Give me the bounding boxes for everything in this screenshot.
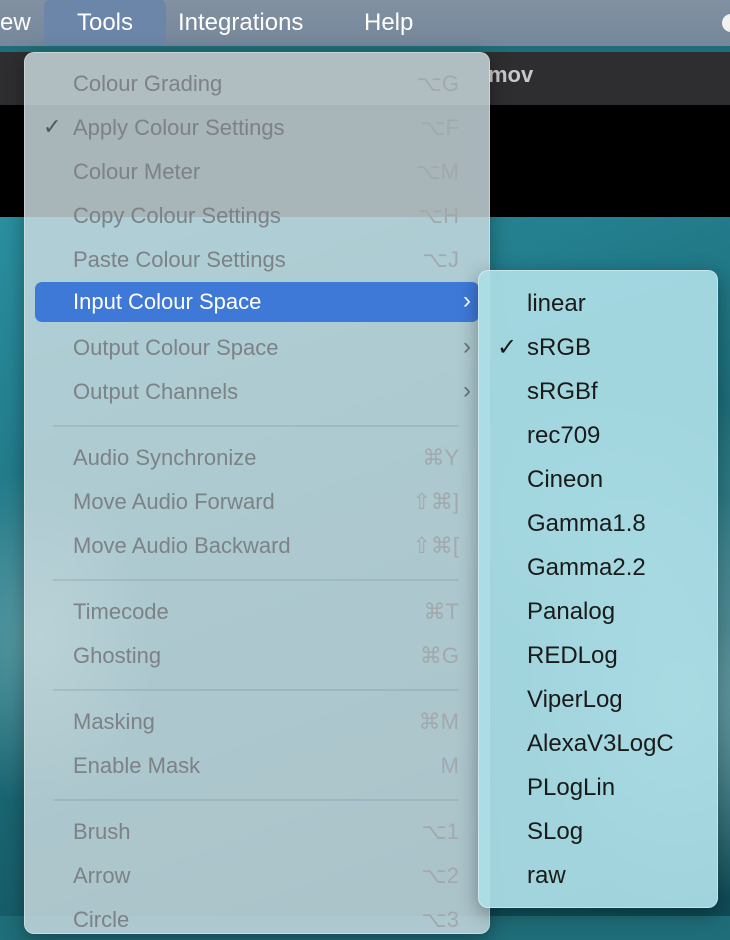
submenu-item-cineon[interactable]: Cineon	[487, 460, 709, 500]
menu-item-colour-meter[interactable]: Colour Meter ⌥M	[35, 152, 479, 192]
shortcut-label: ⌘G	[419, 643, 459, 668]
menu-item-label: Arrow	[73, 863, 131, 888]
input-colour-space-submenu: linear ✓ sRGB sRGBf rec709 Cineon Gamma1…	[478, 270, 718, 908]
menu-help[interactable]: Help	[364, 0, 413, 46]
menu-item-move-audio-forward[interactable]: Move Audio Forward ⇧⌘]	[35, 482, 479, 522]
menu-item-output-colour-space[interactable]: Output Colour Space ›	[35, 328, 479, 368]
shortcut-label: ⌥J	[422, 247, 459, 272]
menu-item-label: Apply Colour Settings	[73, 115, 285, 140]
menu-item-apply-colour-settings[interactable]: ✓ Apply Colour Settings ⌥F	[35, 108, 479, 148]
menu-separator	[53, 579, 459, 581]
submenu-item-srgbf[interactable]: sRGBf	[487, 372, 709, 412]
submenu-item-label: Gamma1.8	[527, 510, 646, 537]
menu-item-audio-synchronize[interactable]: Audio Synchronize ⌘Y	[35, 438, 479, 478]
menu-item-label: Move Audio Backward	[73, 533, 291, 558]
menu-item-label: Move Audio Forward	[73, 489, 275, 514]
menu-item-copy-colour-settings[interactable]: Copy Colour Settings ⌥H	[35, 196, 479, 236]
menu-item-label: Enable Mask	[73, 753, 201, 778]
submenu-item-label: AlexaV3LogC	[527, 730, 674, 757]
menu-item-label: Output Colour Space	[73, 335, 279, 360]
shortcut-label: ⌥M	[415, 159, 459, 184]
shortcut-label: M	[440, 753, 459, 778]
menu-item-label: Output Channels	[73, 379, 239, 404]
submenu-item-alexav3logc[interactable]: AlexaV3LogC	[487, 724, 709, 764]
submenu-item-raw[interactable]: raw	[487, 856, 709, 896]
menu-item-label: Audio Synchronize	[73, 445, 257, 470]
menu-item-label: Paste Colour Settings	[73, 247, 286, 272]
submenu-item-label: SLog	[527, 818, 584, 845]
menu-item-label: Brush	[73, 819, 131, 844]
menu-item-label: Circle	[73, 907, 130, 932]
menu-item-ghosting[interactable]: Ghosting ⌘G	[35, 636, 479, 676]
menu-item-label: Ghosting	[73, 643, 162, 668]
menu-item-label: Timecode	[73, 599, 169, 624]
menu-item-arrow[interactable]: Arrow ⌥2	[35, 856, 479, 896]
shortcut-label: ⌥H	[417, 203, 459, 228]
menu-view[interactable]: ew	[0, 0, 34, 46]
menu-bar: ew Tools Integrations Help	[0, 0, 730, 46]
shortcut-label: ⇧⌘]	[412, 489, 459, 514]
chevron-right-icon: ›	[463, 333, 471, 360]
submenu-item-redlog[interactable]: REDLog	[487, 636, 709, 676]
submenu-item-label: REDLog	[527, 642, 618, 669]
checkmark-icon: ✓	[497, 334, 518, 361]
menu-separator	[53, 425, 459, 427]
shortcut-label: ⌘M	[418, 709, 459, 734]
menu-item-colour-grading[interactable]: Colour Grading ⌥G	[35, 64, 479, 104]
shortcut-label: ⌥1	[421, 819, 459, 844]
submenu-item-viperlog[interactable]: ViperLog	[487, 680, 709, 720]
menu-item-label: Input Colour Space	[73, 289, 262, 314]
tools-menu: Colour Grading ⌥G ✓ Apply Colour Setting…	[24, 52, 490, 934]
shortcut-label: ⌥F	[420, 115, 459, 140]
shortcut-label: ⌥2	[421, 863, 459, 888]
shortcut-label: ⌥3	[421, 907, 459, 932]
submenu-item-ploglin[interactable]: PLogLin	[487, 768, 709, 808]
submenu-item-label: rec709	[527, 422, 601, 449]
submenu-item-label: PLogLin	[527, 774, 616, 801]
menu-item-brush[interactable]: Brush ⌥1	[35, 812, 479, 852]
menu-separator	[53, 799, 459, 801]
menu-item-label: Colour Meter	[73, 159, 201, 184]
menu-item-move-audio-backward[interactable]: Move Audio Backward ⇧⌘[	[35, 526, 479, 566]
chevron-right-icon: ›	[463, 377, 471, 404]
submenu-item-label: linear	[527, 290, 586, 317]
shortcut-label: ⇧⌘[	[412, 533, 459, 558]
submenu-item-label: Gamma2.2	[527, 554, 646, 581]
menu-item-label: Copy Colour Settings	[73, 203, 281, 228]
menu-tools[interactable]: Tools	[44, 0, 166, 46]
submenu-item-label: sRGBf	[527, 378, 598, 405]
shortcut-label: ⌘T	[423, 599, 459, 624]
menu-item-label: Masking	[73, 709, 155, 734]
shortcut-label: ⌘Y	[422, 445, 459, 470]
submenu-item-slog[interactable]: SLog	[487, 812, 709, 852]
checkmark-icon: ✓	[43, 114, 62, 139]
submenu-item-rec709[interactable]: rec709	[487, 416, 709, 456]
submenu-item-label: sRGB	[527, 334, 592, 361]
submenu-item-gamma18[interactable]: Gamma1.8	[487, 504, 709, 544]
menu-item-circle[interactable]: Circle ⌥3	[35, 900, 479, 940]
submenu-item-label: ViperLog	[527, 686, 623, 713]
menu-item-masking[interactable]: Masking ⌘M	[35, 702, 479, 742]
menu-item-input-colour-space[interactable]: Input Colour Space ›	[35, 282, 479, 322]
window-title: mov	[488, 62, 534, 87]
menu-item-enable-mask[interactable]: Enable Mask M	[35, 746, 479, 786]
menu-integrations[interactable]: Integrations	[178, 0, 303, 46]
menu-item-label: Colour Grading	[73, 71, 223, 96]
shortcut-label: ⌥G	[416, 71, 459, 96]
submenu-item-srgb[interactable]: ✓ sRGB	[487, 328, 709, 368]
submenu-item-label: Panalog	[527, 598, 616, 625]
status-icon[interactable]	[722, 14, 730, 32]
submenu-item-panalog[interactable]: Panalog	[487, 592, 709, 632]
submenu-item-gamma22[interactable]: Gamma2.2	[487, 548, 709, 588]
menu-item-paste-colour-settings[interactable]: Paste Colour Settings ⌥J	[35, 240, 479, 280]
submenu-item-linear[interactable]: linear	[487, 284, 709, 324]
menu-item-timecode[interactable]: Timecode ⌘T	[35, 592, 479, 632]
submenu-item-label: raw	[527, 862, 566, 889]
menu-separator	[53, 689, 459, 691]
chevron-right-icon: ›	[463, 287, 471, 314]
submenu-item-label: Cineon	[527, 466, 604, 493]
menu-item-output-channels[interactable]: Output Channels ›	[35, 372, 479, 412]
